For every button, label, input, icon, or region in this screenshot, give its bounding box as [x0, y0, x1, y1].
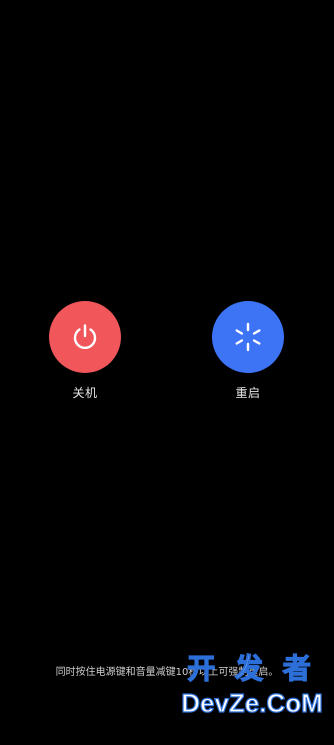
power-menu: 关机 重启 同时按住电源键和音量减键10秒以上可强制重启。 开 发 者 DevZ… [0, 0, 334, 745]
shutdown-action: 关机 [40, 301, 130, 401]
restart-label: 重启 [235, 386, 261, 400]
shutdown-label: 关机 [72, 386, 98, 400]
svg-text:DevZe.CoM: DevZe.CoM [181, 688, 323, 718]
power-icon [69, 321, 101, 353]
restart-action: 重启 [203, 301, 293, 401]
svg-text:开 发 者: 开 发 者 [187, 652, 317, 684]
watermark-logo: 开 发 者 DevZe.CoM [176, 648, 326, 720]
restart-icon [231, 320, 265, 354]
shutdown-button[interactable] [49, 301, 121, 373]
restart-button[interactable] [212, 301, 284, 373]
